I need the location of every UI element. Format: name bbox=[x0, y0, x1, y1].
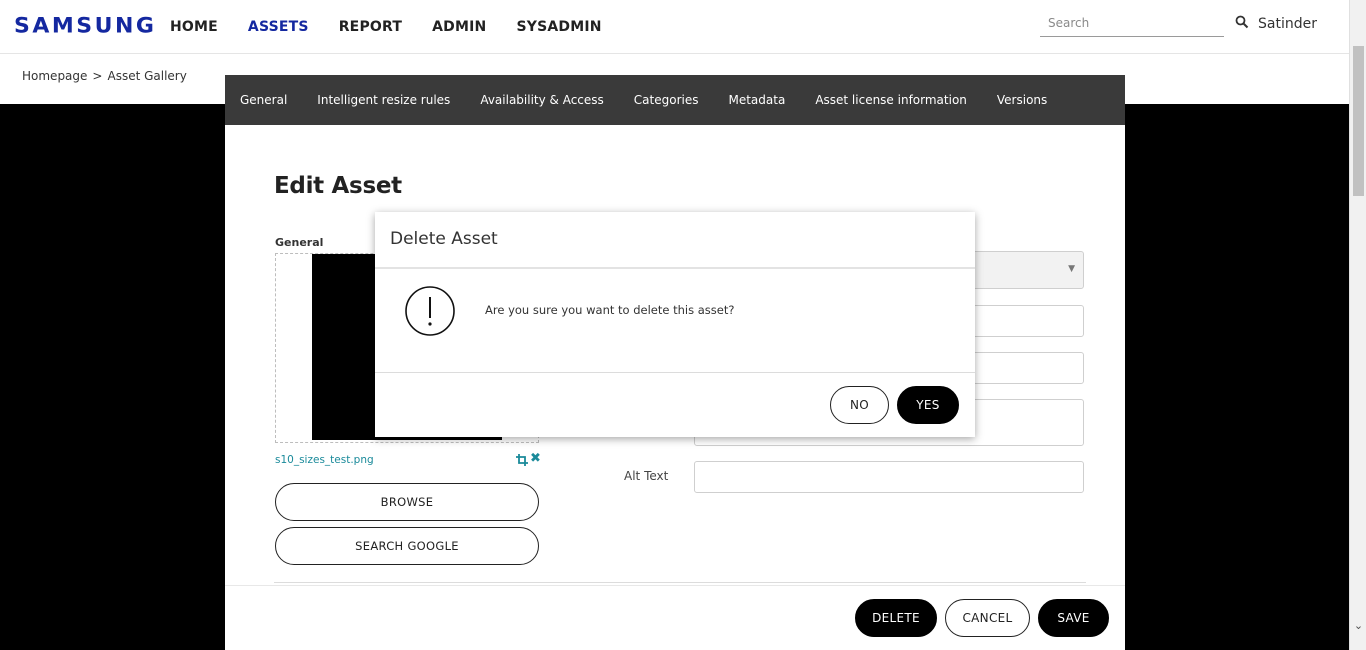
warning-icon bbox=[405, 286, 455, 336]
section-label-general: General bbox=[275, 236, 324, 249]
nav-sysadmin[interactable]: SYSADMIN bbox=[516, 19, 601, 35]
tab-intelligent-resize-rules[interactable]: Intelligent resize rules bbox=[317, 93, 450, 107]
footer-divider bbox=[225, 585, 1125, 586]
editor-tabbar: General Intelligent resize rules Availab… bbox=[225, 75, 1125, 125]
delete-asset-dialog: Delete Asset Are you sure you want to de… bbox=[375, 212, 975, 437]
tab-metadata[interactable]: Metadata bbox=[728, 93, 785, 107]
samsung-logo[interactable]: SAMSUNG bbox=[14, 15, 156, 39]
user-name[interactable]: Satinder bbox=[1258, 16, 1317, 32]
browse-button[interactable]: BROWSE bbox=[275, 483, 539, 521]
divider bbox=[274, 582, 1086, 583]
chevron-down-icon: ▼ bbox=[1068, 264, 1075, 274]
save-button[interactable]: SAVE bbox=[1038, 599, 1109, 637]
page-title: Edit Asset bbox=[274, 173, 402, 199]
breadcrumb: Homepage > Asset Gallery bbox=[22, 69, 187, 83]
nav-home[interactable]: HOME bbox=[170, 19, 218, 35]
page-scrollbar[interactable]: ⌄ bbox=[1349, 0, 1366, 650]
dialog-message: Are you sure you want to delete this ass… bbox=[485, 303, 735, 317]
alt-text-label: Alt Text bbox=[624, 469, 669, 483]
yes-button[interactable]: YES bbox=[897, 386, 959, 424]
nav-report[interactable]: REPORT bbox=[339, 19, 402, 35]
tab-categories[interactable]: Categories bbox=[634, 93, 699, 107]
top-header: SAMSUNG HOME ASSETS REPORT ADMIN SYSADMI… bbox=[0, 0, 1349, 54]
no-button[interactable]: NO bbox=[830, 386, 889, 424]
dialog-divider bbox=[375, 372, 975, 373]
dialog-divider bbox=[375, 267, 975, 269]
tab-availability-access[interactable]: Availability & Access bbox=[480, 93, 603, 107]
alt-text-input[interactable] bbox=[694, 461, 1084, 493]
file-name-link[interactable]: s10_sizes_test.png bbox=[275, 454, 374, 466]
search-box bbox=[1040, 12, 1224, 37]
delete-button[interactable]: DELETE bbox=[855, 599, 937, 637]
dialog-title: Delete Asset bbox=[390, 229, 498, 249]
search-input[interactable] bbox=[1040, 12, 1220, 34]
search-google-button[interactable]: SEARCH GOOGLE bbox=[275, 527, 539, 565]
tab-general[interactable]: General bbox=[240, 93, 287, 107]
nav-admin[interactable]: ADMIN bbox=[432, 19, 486, 35]
close-icon[interactable]: ✖ bbox=[530, 452, 541, 466]
breadcrumb-asset-gallery[interactable]: Asset Gallery bbox=[107, 69, 186, 83]
breadcrumb-home[interactable]: Homepage bbox=[22, 69, 87, 83]
tab-versions[interactable]: Versions bbox=[997, 93, 1047, 107]
crop-icon[interactable] bbox=[516, 454, 528, 466]
search-icon[interactable] bbox=[1235, 15, 1249, 29]
cancel-button[interactable]: CANCEL bbox=[945, 599, 1030, 637]
nav-assets[interactable]: ASSETS bbox=[248, 19, 309, 35]
chevron-down-icon[interactable]: ⌄ bbox=[1353, 620, 1364, 632]
scrollbar-thumb[interactable] bbox=[1353, 46, 1364, 196]
main-nav: HOME ASSETS REPORT ADMIN SYSADMIN bbox=[170, 19, 602, 35]
tab-asset-license-information[interactable]: Asset license information bbox=[815, 93, 967, 107]
breadcrumb-separator: > bbox=[92, 69, 103, 83]
